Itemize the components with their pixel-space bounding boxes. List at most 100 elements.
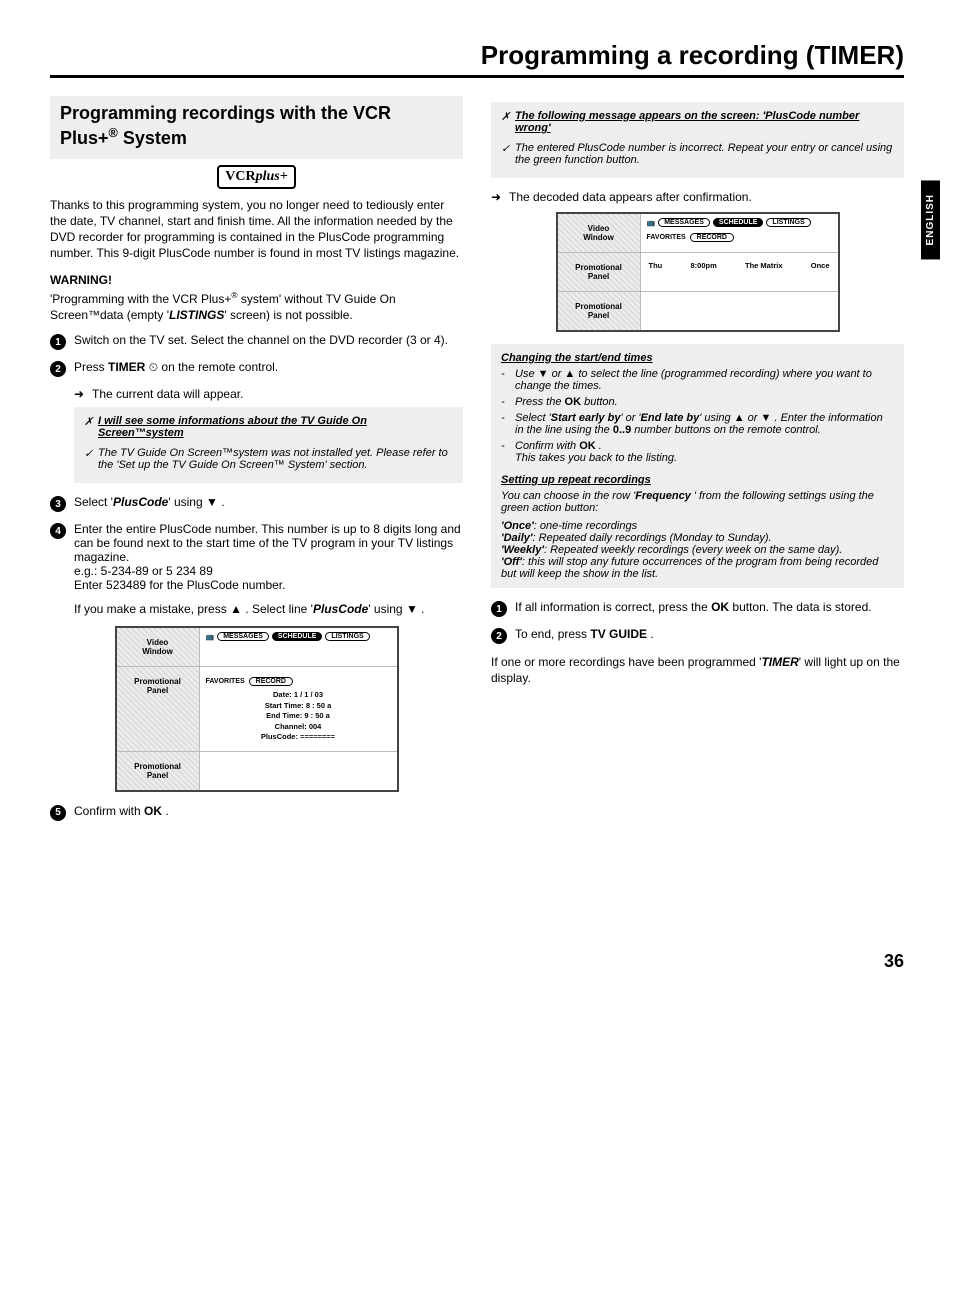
tv-screen-schedule: Video Window 📺 MESSAGES SCHEDULE LISTING… xyxy=(556,212,840,332)
rr-title: The Matrix xyxy=(745,261,783,270)
rr-freq: Once xyxy=(811,261,830,270)
sl-4: PlusCode: ======== xyxy=(206,732,391,743)
step-number-icon: 5 xyxy=(50,805,66,821)
recording-row: Thu 8:00pm The Matrix Once xyxy=(647,257,832,274)
s4m-key: PlusCode xyxy=(313,602,368,616)
dash-icon: - xyxy=(501,396,515,408)
tv-icon: 📺 xyxy=(206,633,215,641)
right-step-2-body: To end, press TV GUIDE . xyxy=(515,627,904,641)
screen2-bottom xyxy=(641,292,838,330)
promo-panel: Promotional Panel xyxy=(117,667,200,751)
triangle-up-icon xyxy=(734,412,745,424)
page-number: 36 xyxy=(50,951,904,972)
gb2-body: The entered PlusCode number is incorrect… xyxy=(515,142,894,166)
s5-pre: Confirm with xyxy=(74,804,144,818)
video-window-panel: Video Window xyxy=(558,214,641,252)
right-step-2: 2 To end, press TV GUIDE . xyxy=(491,627,904,644)
gb4-off: 'Off': this will stop any future occurre… xyxy=(501,556,894,580)
ra-a: If all information is correct, press the xyxy=(515,600,711,614)
record-pill: RECORD xyxy=(690,233,734,242)
ra-c: button. The data is stored. xyxy=(729,600,872,614)
check-icon: ✓ xyxy=(84,447,98,471)
step-5: 5 Confirm with OK . xyxy=(50,804,463,821)
step-number-icon: 3 xyxy=(50,496,66,512)
gb3-l4: Confirm with OK .This takes you back to … xyxy=(515,440,677,464)
s3-suf: ' using xyxy=(168,495,206,509)
title-rule xyxy=(50,75,904,78)
step-2: 2 Press TIMER ⏲ on the remote control. xyxy=(50,360,463,377)
warn-d: ' screen) is not possible. xyxy=(224,308,352,322)
triangle-down-icon xyxy=(761,412,772,424)
step-number-icon: 4 xyxy=(50,523,66,539)
video-window-panel: Video Window xyxy=(117,628,200,666)
s4-b: e.g.: 5-234-89 or 5 234 89 xyxy=(74,564,463,578)
step-number-icon: 1 xyxy=(491,601,507,617)
final-paragraph: If one or more recordings have been prog… xyxy=(491,654,904,686)
tab-listings: LISTINGS xyxy=(325,632,369,641)
triangle-up-icon xyxy=(230,602,242,616)
decoded-line: ➜The decoded data appears after confirma… xyxy=(491,190,904,204)
section-heading: Programming recordings with the VCR Plus… xyxy=(50,96,463,159)
rr-time: 8:00pm xyxy=(690,261,716,270)
step-3: 3 Select 'PlusCode' using . xyxy=(50,495,463,512)
rb-b: TV GUIDE xyxy=(590,627,647,641)
triangle-down-icon xyxy=(406,602,418,616)
gb3-l3: Select 'Start early by' or 'End late by'… xyxy=(515,412,894,436)
dash-icon: - xyxy=(501,412,515,436)
logo-plus: plus+ xyxy=(256,169,288,184)
content-columns: Programming recordings with the VCR Plus… xyxy=(50,96,904,831)
warn-a: 'Programming with the VCR Plus+ xyxy=(50,292,231,306)
info-box-pluscode-wrong: ✗The following message appears on the sc… xyxy=(491,102,904,178)
arrow-right-icon: ➜ xyxy=(74,387,92,401)
screen2-top: 📺 MESSAGES SCHEDULE LISTINGS FAVORITES R… xyxy=(641,214,838,252)
s4-mistake: If you make a mistake, press . Select li… xyxy=(74,602,463,616)
tab-schedule: SCHEDULE xyxy=(272,632,323,641)
triangle-down-icon xyxy=(206,495,218,509)
left-column: Programming recordings with the VCR Plus… xyxy=(50,96,463,831)
sl-3: Channel: 004 xyxy=(206,722,391,733)
timer-icon: ⏲ xyxy=(145,360,161,374)
right-column: ✗The following message appears on the sc… xyxy=(491,96,904,831)
fav-label: FAVORITES xyxy=(647,234,686,241)
screen-middle: FAVORITES RECORD Date: 1 / 1 / 03 Start … xyxy=(200,667,397,751)
s2-sub-text: The current data will appear. xyxy=(92,387,243,401)
step-number-icon: 2 xyxy=(491,628,507,644)
gb4-intro: You can choose in the row 'Frequency ' f… xyxy=(501,490,894,514)
step-4-body: Enter the entire PlusCode number. This n… xyxy=(74,522,463,616)
tab-messages: MESSAGES xyxy=(217,632,269,641)
warn-c: LISTINGS xyxy=(169,308,224,322)
step-2-body: Press TIMER ⏲ on the remote control. xyxy=(74,360,463,375)
triangle-up-icon xyxy=(564,368,575,380)
x-icon: ✗ xyxy=(501,110,515,138)
intro-paragraph: Thanks to this programming system, you n… xyxy=(50,197,463,262)
page-title: Programming a recording (TIMER) xyxy=(50,40,904,71)
screen-data-lines: Date: 1 / 1 / 03 Start Time: 8 : 50 a En… xyxy=(206,686,391,747)
s5-key: OK xyxy=(144,804,162,818)
gb3-l1: Use or to select the line (programmed re… xyxy=(515,368,894,392)
s4m-b: . Select line ' xyxy=(242,602,313,616)
screen-bottom xyxy=(200,752,397,790)
s3-key: PlusCode xyxy=(113,495,168,509)
triangle-down-icon xyxy=(538,368,549,380)
gb4-daily: 'Daily': Repeated daily recordings (Mond… xyxy=(501,532,894,544)
sl-2: End Time: 9 : 50 a xyxy=(206,711,391,722)
s4-a: Enter the entire PlusCode number. This n… xyxy=(74,522,463,564)
info-box-change-times: Changing the start/end times -Use or to … xyxy=(491,344,904,588)
check-icon: ✓ xyxy=(501,142,515,166)
dash-icon: - xyxy=(501,440,515,464)
promo-panel-2: Promotional Panel xyxy=(558,292,641,330)
s4m-a: If you make a mistake, press xyxy=(74,602,230,616)
promo-panel: Promotional Panel xyxy=(558,253,641,291)
step-5-body: Confirm with OK . xyxy=(74,804,463,818)
rb-a: To end, press xyxy=(515,627,590,641)
step-1-body: Switch on the TV set. Select the channel… xyxy=(74,333,463,347)
sl-0: Date: 1 / 1 / 03 xyxy=(206,690,391,701)
vcrplus-logo-row: VCRplus+ xyxy=(50,165,463,189)
tab-listings: LISTINGS xyxy=(766,218,810,227)
gb1-body: The TV Guide On Screen™system was not in… xyxy=(98,447,453,471)
step-3-body: Select 'PlusCode' using . xyxy=(74,495,463,509)
info-box-tvguide: ✗I will see some informations about the … xyxy=(74,407,463,483)
gb2-head: The following message appears on the scr… xyxy=(515,110,894,134)
rr-day: Thu xyxy=(649,261,663,270)
step-number-icon: 1 xyxy=(50,334,66,350)
